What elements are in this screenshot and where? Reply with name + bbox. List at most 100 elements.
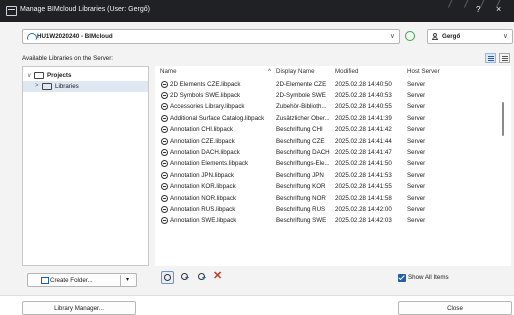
add-library-icon [164,274,171,281]
title-bar: Manage BIMcloud Libraries (User: Gergő) … [0,0,514,22]
window-title: Manage BIMcloud Libraries (User: Gergő) [20,6,150,13]
modified-cell: 2025.02.28 14:41:50 [335,160,392,168]
column-header-host-server[interactable]: Host Server [407,68,440,75]
library-manager-button[interactable]: Library Manager... [22,301,136,315]
server-select[interactable]: HU1W2020240 - BIMcloud ∨ [22,29,400,44]
window-icon [6,6,17,16]
display-name-cell: Beschriftung SWE [276,217,327,225]
table-row[interactable]: 2D Elements CZE.libpack 2D-Elemente CZE 20… [155,79,495,90]
library-name-cell: Additional Surface Catalog.libpack [170,114,265,122]
refresh-icon [405,31,415,41]
server-select-value: HU1W2020240 - BIMcloud [37,33,113,40]
library-package-icon [161,80,168,88]
table-row[interactable]: Annotation CHI.libpack Beschriftung CHI 20… [155,124,495,135]
help-button[interactable]: ? [476,5,480,14]
modified-cell: 2025.02.28 14:40:53 [335,91,392,99]
host-server-cell: Server [407,137,426,145]
modified-cell: 2025.02.28 14:41:44 [335,137,392,145]
list-view-button[interactable] [485,53,496,63]
vertical-scrollbar[interactable] [502,102,504,136]
close-window-button[interactable]: × [496,4,501,14]
modified-cell: 2025.02.28 14:41:39 [335,114,392,122]
library-name-cell: Annotation Elements.libpack [170,160,249,168]
manage-libraries-dialog: HU1W2020240 - BIMcloud ∨ Gergő ∨ Availab… [0,22,514,315]
library-name-cell: Accessories Library.libpack [170,103,245,111]
library-name-cell: Annotation KOR.libpack [170,183,236,191]
library-package-icon [161,91,168,99]
tree-item-label: Projects [47,72,72,79]
chevron-down-icon: ∨ [389,33,395,40]
table-row[interactable]: Additional Surface Catalog.libpack Zusätz… [155,113,495,124]
detail-view-button[interactable] [499,53,510,63]
refresh-button[interactable] [403,29,417,43]
library-name-cell: Annotation RUS.libpack [170,205,236,213]
host-server-cell: Server [407,91,426,99]
modified-cell: 2025.02.28 14:41:53 [335,171,392,179]
library-package-icon [161,126,168,134]
add-library-plus-button[interactable]: + [179,271,192,284]
host-server-cell: Server [407,114,426,122]
delete-library-button[interactable]: ✕ [213,269,226,282]
display-name-cell: Zubehör-Biblioth... [276,103,327,111]
library-name-cell: Annotation CHI.libpack [170,126,233,134]
update-library-button[interactable]: + [196,271,209,284]
checkbox-checked-icon[interactable] [398,274,406,282]
library-package-icon [161,114,168,122]
host-server-cell: Server [407,103,426,111]
library-name-cell: Annotation CZE.libpack [170,137,235,145]
host-server-cell: Server [407,80,426,88]
host-server-cell: Server [407,160,426,168]
host-server-cell: Server [407,194,426,202]
folder-icon [34,72,44,79]
table-row[interactable]: 2D Symbols SWE.libpack 2D-Symbole SWE 2025… [155,90,495,101]
create-folder-dropdown[interactable]: ▾ [126,276,129,283]
cloud-icon [27,33,37,40]
modified-cell: 2025.02.28 14:41:58 [335,194,392,202]
display-name-cell: Beschriftung CHI [276,126,323,134]
add-library-button[interactable] [161,271,174,284]
table-row[interactable]: Annotation SWE.libpack Beschriftung SWE 20… [155,215,495,226]
column-header-modified[interactable]: Modified [335,68,358,75]
close-button[interactable]: Close [398,301,512,315]
table-row[interactable]: Accessories Library.libpack Zubehör-Bibli… [155,101,495,112]
library-name-cell: 2D Symbols SWE.libpack [170,91,241,99]
display-name-cell: Beschriftung NOR [276,194,326,202]
create-folder-button[interactable]: Create Folder... ▾ [27,273,137,287]
host-server-cell: Server [407,217,426,225]
user-select[interactable]: Gergő ∨ [427,29,513,44]
user-icon [432,33,438,40]
library-package-icon [161,183,168,191]
table-row[interactable]: Annotation RUS.libpack Beschriftung RUS 20… [155,204,495,215]
tree-item-libraries[interactable]: > Libraries [23,81,148,92]
folder-tree: ∨ Projects > Libraries [22,66,149,266]
table-row[interactable]: Annotation KOR.libpack Beschriftung KOR 20… [155,181,495,192]
library-name-cell: Annotation SWE.libpack [170,217,237,225]
display-name-cell: 2D-Elemente CZE [276,80,327,88]
modified-cell: 2025.02.28 14:41:42 [335,126,392,134]
display-name-cell: 2D-Symbole SWE [276,91,326,99]
library-name-cell: Annotation JPN.libpack [170,171,234,179]
split-divider [120,275,121,286]
table-row[interactable]: Annotation Elements.libpack Beschriftungs… [155,158,495,169]
table-header: Name ^ Display Name Modified Host Server [155,66,511,77]
column-header-display-name[interactable]: Display Name [276,68,315,75]
column-header-name[interactable]: Name [160,68,177,75]
library-folder-icon [42,83,52,90]
display-name-cell: Beschriftung DACH [276,148,330,156]
chevron-down-icon: ∨ [502,33,508,40]
display-name-cell: Zusätzlicher Ober... [276,114,330,122]
host-server-cell: Server [407,183,426,191]
chevron-right-icon[interactable]: > [35,83,39,89]
tree-item-projects[interactable]: ∨ Projects [23,70,148,81]
table-row[interactable]: Annotation NOR.libpack Beschriftung NOR 20… [155,193,495,204]
library-package-icon [161,160,168,168]
table-row[interactable]: Annotation CZE.libpack Beschriftung CZE 20… [155,136,495,147]
table-row[interactable]: Annotation JPN.libpack Beschriftung JPN 20… [155,170,495,181]
chevron-down-icon[interactable]: ∨ [27,72,31,79]
host-server-cell: Server [407,171,426,179]
display-name-cell: Beschriftung CZE [276,137,325,145]
table-row[interactable]: Annotation DACH.libpack Beschriftung DACH… [155,147,495,158]
library-manager-label: Library Manager... [54,305,104,312]
display-name-cell: Beschriftung JPN [276,171,324,179]
user-select-value: Gergő [442,33,461,40]
